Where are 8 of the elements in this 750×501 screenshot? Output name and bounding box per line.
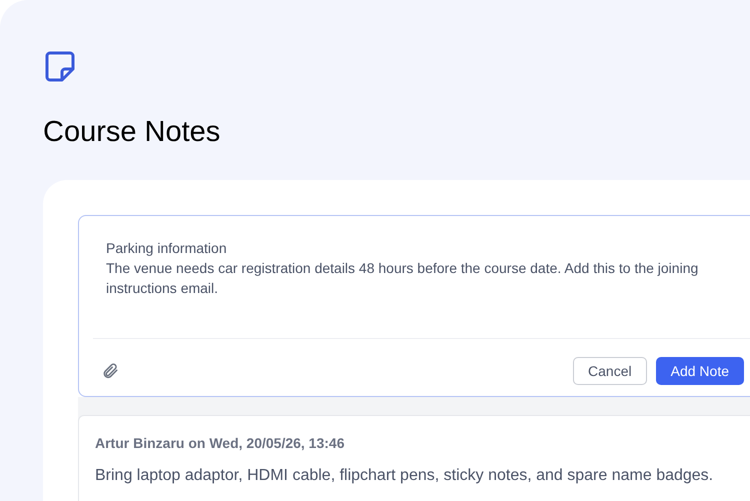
note-input-field[interactable]: Parking information The venue needs car registration details 48 hours before the course date. Add this to the joining instructions email. Cancel Add Note <box>78 215 750 398</box>
cancel-button[interactable]: Cancel <box>573 357 647 386</box>
page-title: Course Notes <box>43 115 222 150</box>
note-text: Bring laptop adaptor, HDMI cable, flipchart pens, sticky notes, and spare name badges. <box>95 466 714 486</box>
sticky-note-icon <box>43 50 77 84</box>
note-meta: Artur Binzaru on Wed, 20/05/26, 13:46 <box>95 434 346 454</box>
paperclip-icon[interactable] <box>101 362 119 380</box>
add-note-button[interactable]: Add Note <box>656 357 744 386</box>
